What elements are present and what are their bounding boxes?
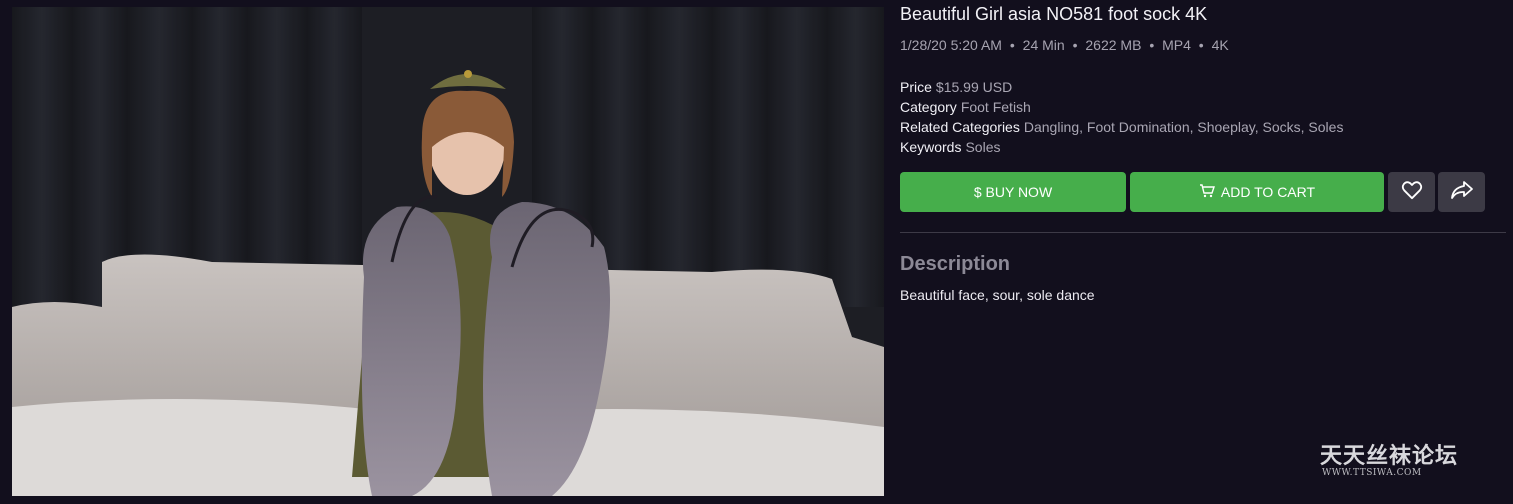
category-link[interactable]: Foot Fetish xyxy=(961,99,1031,115)
add-to-cart-label: ADD TO CART xyxy=(1220,184,1316,200)
video-preview-image[interactable] xyxy=(12,7,884,496)
meta-separator: • xyxy=(1072,37,1078,53)
description-heading: Description xyxy=(900,253,1011,275)
meta-date: 1/28/20 5:20 AM xyxy=(900,37,1002,53)
add-to-cart-button[interactable]: ADD TO CART xyxy=(1130,172,1384,212)
product-details: Price $15.99 USD Category Foot Fetish Rela… xyxy=(900,77,1343,157)
heart-icon xyxy=(1401,180,1423,205)
share-button[interactable] xyxy=(1438,172,1485,212)
meta-size: 2622 MB xyxy=(1085,37,1142,53)
description-text: Beautiful face, sour, sole dance xyxy=(900,287,1095,303)
watermark-text: 天天丝袜论坛 xyxy=(1320,443,1459,469)
action-bar: $ BUY NOW ADD TO CART xyxy=(900,172,1486,212)
keywords-row: Keywords Soles xyxy=(900,137,1343,157)
category-row: Category Foot Fetish xyxy=(900,97,1343,117)
meta-separator: • xyxy=(1009,37,1015,53)
preview-illustration xyxy=(12,7,884,496)
meta-format: MP4 xyxy=(1162,37,1191,53)
buy-now-button[interactable]: $ BUY NOW xyxy=(900,172,1126,212)
watermark-url: WWW.TTSIWA.COM xyxy=(1322,468,1422,478)
related-categories-links[interactable]: Dangling, Foot Domination, Shoeplay, Soc… xyxy=(1024,119,1344,135)
price-label: Price xyxy=(900,79,932,95)
section-divider xyxy=(900,232,1506,233)
keywords-label: Keywords xyxy=(900,139,962,155)
category-label: Category xyxy=(900,99,957,115)
meta-quality: 4K xyxy=(1211,37,1229,53)
favorite-button[interactable] xyxy=(1388,172,1435,212)
meta-duration: 24 Min xyxy=(1022,37,1065,53)
share-icon xyxy=(1450,180,1474,205)
keywords-link[interactable]: Soles xyxy=(965,139,1000,155)
price-value: $15.99 USD xyxy=(935,79,1013,95)
watermark: 天天丝袜论坛 WWW.TTSIWA.COM xyxy=(1320,444,1480,478)
related-categories-label: Related Categories xyxy=(900,119,1020,135)
cart-icon xyxy=(1199,183,1215,201)
buy-now-label: $ BUY NOW xyxy=(973,184,1053,200)
meta-separator: • xyxy=(1198,37,1204,53)
related-categories-row: Related Categories Dangling, Foot Dominat… xyxy=(900,117,1343,137)
product-meta: 1/28/20 5:20 AM • 24 Min • 2622 MB • MP4… xyxy=(900,37,1229,53)
meta-separator: • xyxy=(1149,37,1155,53)
price-row: Price $15.99 USD xyxy=(900,77,1343,97)
product-title: Beautiful Girl asia NO581 foot sock 4K xyxy=(900,4,1208,24)
